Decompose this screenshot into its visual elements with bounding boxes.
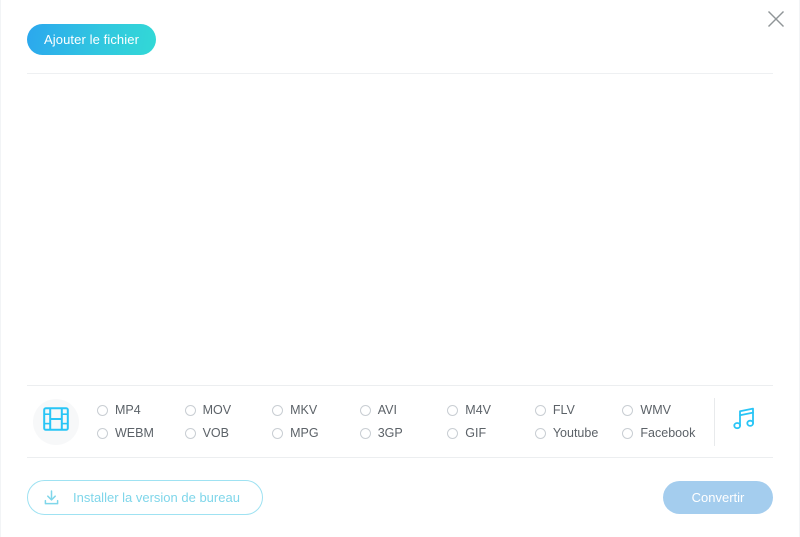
radio-icon[interactable] (622, 427, 634, 439)
radio-icon[interactable] (97, 427, 108, 439)
format-option-label: WMV (640, 403, 671, 417)
format-option-m4v[interactable]: M4V (447, 403, 535, 417)
window-header: Ajouter le fichier (27, 0, 773, 74)
download-icon (42, 488, 61, 507)
format-option-label: AVI (377, 403, 397, 417)
format-option-label: VOB (202, 426, 229, 440)
format-option-label: MOV (202, 403, 232, 417)
video-converter-window: Ajouter le fichier MP4 MOV MKV AVI M4V F… (0, 0, 800, 537)
window-footer: Installer la version de bureau Convertir (27, 457, 773, 537)
close-icon (767, 10, 785, 28)
radio-icon[interactable] (447, 404, 459, 416)
video-format-group-button[interactable] (33, 398, 79, 445)
format-option-wmv[interactable]: WMV (622, 403, 710, 417)
radio-icon[interactable] (184, 427, 196, 439)
audio-format-group-button[interactable] (715, 405, 773, 438)
drop-area-hint (27, 74, 773, 385)
format-option-avi[interactable]: AVI (359, 403, 448, 417)
format-option-label: MPG (290, 426, 319, 440)
format-option-3gp[interactable]: 3GP (359, 426, 448, 440)
add-file-button[interactable]: Ajouter le fichier (27, 24, 157, 55)
radio-icon[interactable] (622, 404, 634, 416)
format-option-gif[interactable]: GIF (447, 426, 535, 440)
format-option-webm[interactable]: WEBM (97, 426, 185, 440)
radio-icon[interactable] (359, 404, 371, 416)
format-option-label: MKV (290, 403, 318, 417)
radio-icon[interactable] (359, 427, 371, 439)
format-option-label: Youtube (552, 426, 599, 440)
install-desktop-version-label: Installer la version de bureau (73, 490, 240, 505)
radio-icon[interactable] (97, 404, 108, 416)
format-option-label: Facebook (640, 426, 696, 440)
file-drop-area[interactable] (27, 74, 773, 385)
format-option-flv[interactable]: FLV (534, 403, 623, 417)
format-option-facebook[interactable]: Facebook (622, 426, 710, 440)
format-selection-bar: MP4 MOV MKV AVI M4V FLV WMV WEBM VOB MPG… (27, 385, 773, 457)
format-option-label: 3GP (377, 426, 403, 440)
install-desktop-version-button[interactable]: Installer la version de bureau (27, 480, 263, 515)
radio-icon[interactable] (272, 404, 284, 416)
format-option-mkv[interactable]: MKV (272, 403, 360, 417)
format-option-mpg[interactable]: MPG (272, 426, 360, 440)
radio-icon[interactable] (272, 427, 284, 439)
format-options-grid: MP4 MOV MKV AVI M4V FLV WMV WEBM VOB MPG… (97, 403, 710, 440)
format-option-label: FLV (552, 403, 575, 417)
format-option-mp4[interactable]: MP4 (97, 403, 185, 417)
convert-button[interactable]: Convertir (663, 481, 773, 514)
radio-icon[interactable] (534, 427, 546, 439)
format-option-label: MP4 (115, 403, 141, 417)
format-option-mov[interactable]: MOV (184, 403, 273, 417)
radio-icon[interactable] (184, 404, 196, 416)
film-strip-icon (43, 407, 69, 436)
format-option-youtube[interactable]: Youtube (534, 426, 623, 440)
radio-icon[interactable] (534, 404, 546, 416)
format-option-label: M4V (465, 403, 491, 417)
radio-icon[interactable] (447, 427, 459, 439)
format-option-label: GIF (465, 426, 487, 440)
format-option-vob[interactable]: VOB (184, 426, 273, 440)
format-option-label: WEBM (115, 426, 154, 440)
close-button[interactable] (761, 4, 791, 34)
music-note-icon (730, 405, 758, 438)
